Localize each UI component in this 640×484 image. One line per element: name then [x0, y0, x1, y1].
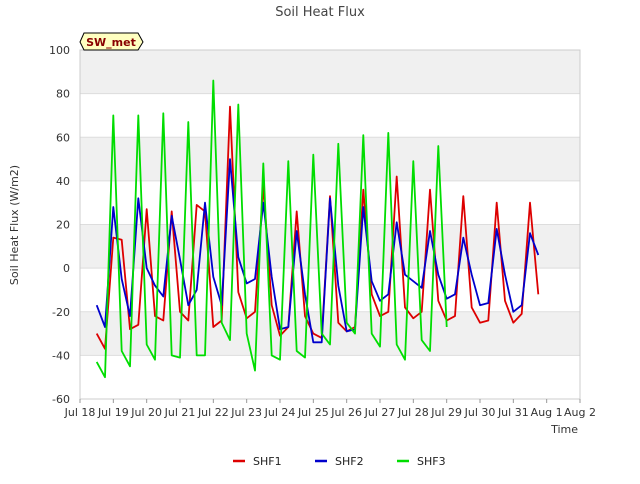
x-tick-label: Aug 2 [564, 406, 596, 419]
chart-container: Soil Heat Flux -60 -40 -20 0 20 40 60 80 100 Jul… [0, 0, 640, 480]
y-tick-label: -60 [52, 393, 70, 406]
y-tick-label: -40 [52, 349, 70, 362]
x-tick-label: Jul 28 [397, 406, 429, 419]
x-tick-label: Jul 26 [330, 406, 362, 419]
x-tick-label: Aug 1 [531, 406, 563, 419]
x-tick-label: Jul 29 [430, 406, 462, 419]
x-tick-label: Jul 23 [230, 406, 262, 419]
x-tick-label: Jul 31 [497, 406, 529, 419]
site-label-text: SW_met [86, 36, 136, 49]
y-tick-label: 40 [56, 175, 70, 188]
legend-label-shf3: SHF3 [417, 455, 446, 468]
x-tick-label: Jul 20 [130, 406, 162, 419]
x-tick-label: Jul 25 [297, 406, 329, 419]
y-tick-label: 100 [49, 44, 70, 57]
x-tick-label: Jul 30 [464, 406, 496, 419]
x-tick-label: Jul 24 [264, 406, 296, 419]
soil-heat-flux-chart: Soil Heat Flux -60 -40 -20 0 20 40 60 80 100 Jul… [0, 0, 640, 480]
legend-label-shf2: SHF2 [335, 455, 364, 468]
x-tick-label: Jul 19 [97, 406, 129, 419]
y-axis-label: Soil Heat Flux (W/m2) [8, 165, 21, 285]
x-tick-label: Jul 21 [164, 406, 196, 419]
y-tick-label: 60 [56, 131, 70, 144]
plot-band [80, 137, 580, 181]
plot-band [80, 50, 580, 94]
x-tick-label: Jul 22 [197, 406, 229, 419]
x-axis-label: Time [550, 423, 578, 436]
legend-label-shf1: SHF1 [253, 455, 282, 468]
y-tick-label: 20 [56, 219, 70, 232]
y-tick-label: -20 [52, 306, 70, 319]
x-tick-label: Jul 27 [364, 406, 396, 419]
chart-title: Soil Heat Flux [275, 5, 365, 20]
y-tick-label: 80 [56, 88, 70, 101]
plot-band [80, 224, 580, 269]
y-tick-label: 0 [63, 262, 70, 275]
x-tick-label: Jul 18 [64, 406, 96, 419]
site-label-badge: SW_met [79, 32, 144, 51]
